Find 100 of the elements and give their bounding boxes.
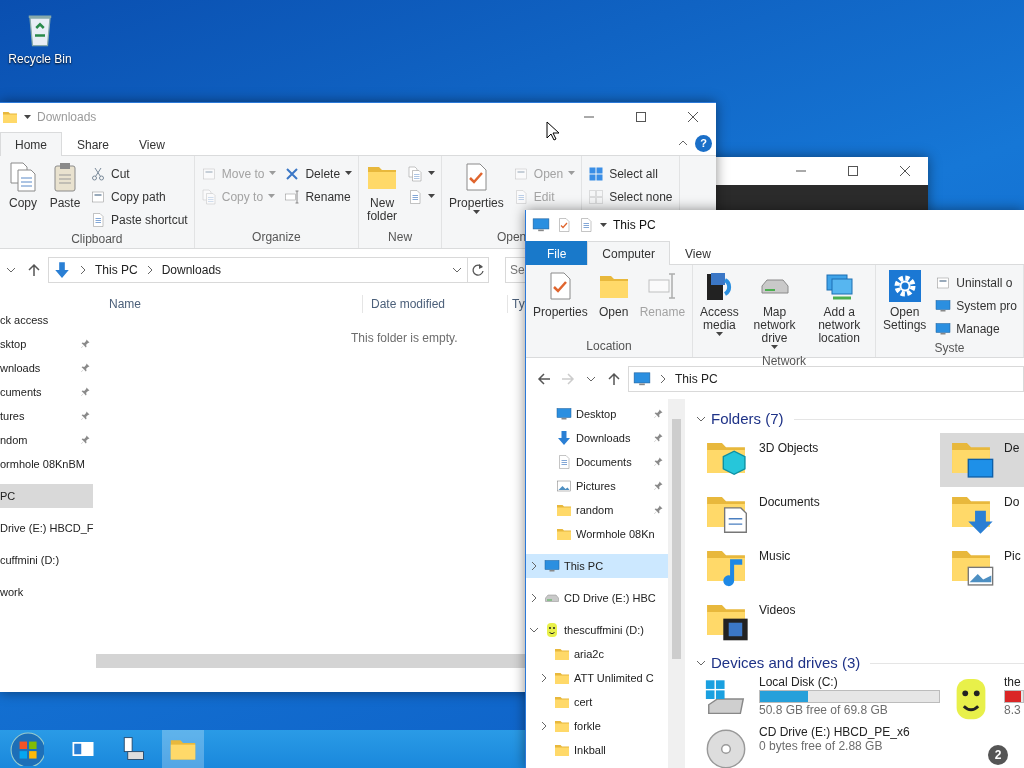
nav-item[interactable]: ATT Unlimited C [526, 666, 668, 690]
group-label: Clipboard [70, 231, 124, 248]
refresh-button[interactable] [467, 257, 489, 283]
folder-icon [554, 742, 570, 758]
folder-item[interactable]: 3D Objects [695, 433, 940, 487]
ribbon-button[interactable]: Copy path [87, 186, 191, 207]
folder-item[interactable]: Music [695, 541, 940, 595]
ribbon-button[interactable]: Paste shortcut [87, 209, 191, 230]
nav-item[interactable]: Drive (E:) HBCD_F [0, 516, 93, 540]
folder-icon [554, 718, 570, 734]
ribbon-tab[interactable]: Share [62, 132, 125, 156]
folder-item[interactable]: Documents [695, 487, 940, 541]
ribbon-button[interactable]: Properties [445, 159, 508, 228]
ribbon-button[interactable]: Delete [281, 163, 356, 184]
caret-icon [428, 171, 436, 176]
search-field[interactable]: Se [505, 257, 527, 283]
pin-icon [652, 408, 664, 420]
caret-icon [472, 210, 480, 215]
caret-icon [268, 194, 276, 199]
start-button[interactable] [8, 731, 46, 767]
ribbon-tab[interactable]: Computer [587, 241, 671, 265]
column-header[interactable]: Date modified [362, 295, 507, 313]
ribbon-button[interactable]: Copy [3, 159, 43, 230]
folder-item[interactable]: Do [940, 487, 1024, 541]
nav-item[interactable]: forkle [526, 714, 668, 738]
ribbon-button[interactable]: Paste [45, 159, 85, 230]
cartoon-face-icon [544, 622, 560, 638]
nav-item[interactable]: aria2c [526, 642, 668, 666]
folder-icon [556, 502, 572, 518]
folder-item[interactable]: Pic [940, 541, 1024, 595]
column-header[interactable]: Name [93, 295, 362, 313]
nav-item[interactable]: Documents [526, 450, 668, 474]
column-header[interactable]: Ty [507, 295, 525, 313]
delete-icon [284, 165, 301, 182]
section-title[interactable]: Folders (7) [711, 407, 784, 431]
nav-item[interactable]: This PC [526, 554, 668, 578]
ribbon-tab[interactable]: View [670, 241, 726, 265]
drive-free-space: 8.3 [1004, 704, 1022, 717]
nav-item[interactable]: PC [0, 484, 93, 508]
down-arrow-icon [556, 430, 572, 446]
nav-item[interactable]: sktop [0, 332, 93, 356]
pin-icon [652, 480, 664, 492]
ribbon-button[interactable]: Select all [585, 163, 676, 184]
ribbon-button[interactable]: System pro [932, 295, 1020, 316]
ribbon-button[interactable]: Select none [585, 186, 676, 207]
folder-item[interactable]: De [940, 433, 1024, 487]
ribbon-button[interactable]: Add a network location [806, 268, 872, 352]
ribbon-button[interactable]: Open Settings [878, 268, 931, 339]
nav-item[interactable]: Downloads [526, 426, 668, 450]
ribbon-button[interactable]: Manage [932, 318, 1020, 339]
ribbon-button[interactable]: Access media [696, 268, 743, 352]
horizontal-scrollbar[interactable] [96, 654, 525, 668]
monitor-icon [633, 370, 651, 388]
nav-item[interactable]: cuffmini (D:) [0, 548, 93, 572]
help-button[interactable]: ? [695, 135, 712, 152]
breadcrumb[interactable]: This PC [675, 370, 718, 388]
nav-item[interactable]: Pictures [526, 474, 668, 498]
document-icon [556, 454, 572, 470]
breadcrumb[interactable]: This PC [95, 261, 138, 279]
nav-item[interactable]: Inkball [526, 738, 668, 762]
pin-icon [79, 338, 91, 350]
breadcrumb[interactable]: Downloads [161, 261, 222, 279]
ribbon-button[interactable]: Open [593, 268, 634, 337]
nav-item[interactable]: thescuffmini (D:) [526, 618, 668, 642]
ribbon-button[interactable]: Map network drive [744, 268, 805, 352]
group-label: Open [495, 229, 528, 246]
nav-item[interactable]: work [0, 580, 93, 604]
nav-item[interactable]: ndom [0, 428, 93, 452]
drive-free-space: 50.8 GB free of 69.8 GB [759, 704, 889, 717]
nav-item[interactable]: random [526, 498, 668, 522]
nav-item[interactable]: Desktop [526, 402, 668, 426]
ribbon-button[interactable]: Uninstall o [932, 272, 1020, 293]
ribbon-button[interactable]: New folder [362, 159, 403, 228]
address-bar[interactable]: This PC [628, 366, 1024, 392]
nav-item[interactable]: ck access [0, 308, 93, 332]
drive-name: the [1004, 676, 1022, 689]
drive-free-space: 0 bytes free of 2.88 GB [759, 740, 884, 753]
section-title[interactable]: Devices and drives (3) [711, 651, 861, 675]
ribbon-button[interactable]: Properties [529, 268, 592, 337]
ribbon-tab[interactable]: View [124, 132, 180, 156]
nav-item[interactable]: Wormhole 08Kn [526, 522, 668, 546]
empty-folder-message: This folder is empty. [351, 330, 458, 347]
folder-item[interactable]: Videos [695, 595, 940, 649]
nav-item[interactable]: wnloads [0, 356, 93, 380]
nav-item[interactable]: tures [0, 404, 93, 428]
select-none-icon [588, 188, 605, 205]
nav-item[interactable]: ormhole 08KnBM [0, 452, 93, 476]
ribbon-button[interactable]: Rename [281, 186, 356, 207]
window-title: Downloads [37, 109, 97, 126]
back-arrow-icon [537, 372, 551, 386]
ribbon-tab[interactable]: Home [0, 132, 62, 156]
file-menu-button[interactable]: File [526, 241, 588, 265]
down-arrow-icon [53, 261, 71, 279]
vertical-scrollbar[interactable] [668, 399, 685, 768]
document-icon [578, 217, 594, 233]
nav-item[interactable]: cert [526, 690, 668, 714]
ribbon-button[interactable]: Cut [87, 163, 191, 184]
nav-item[interactable]: CD Drive (E:) HBC [526, 586, 668, 610]
nav-item[interactable]: cuments [0, 380, 93, 404]
address-bar[interactable]: This PC Downloads [48, 257, 468, 283]
